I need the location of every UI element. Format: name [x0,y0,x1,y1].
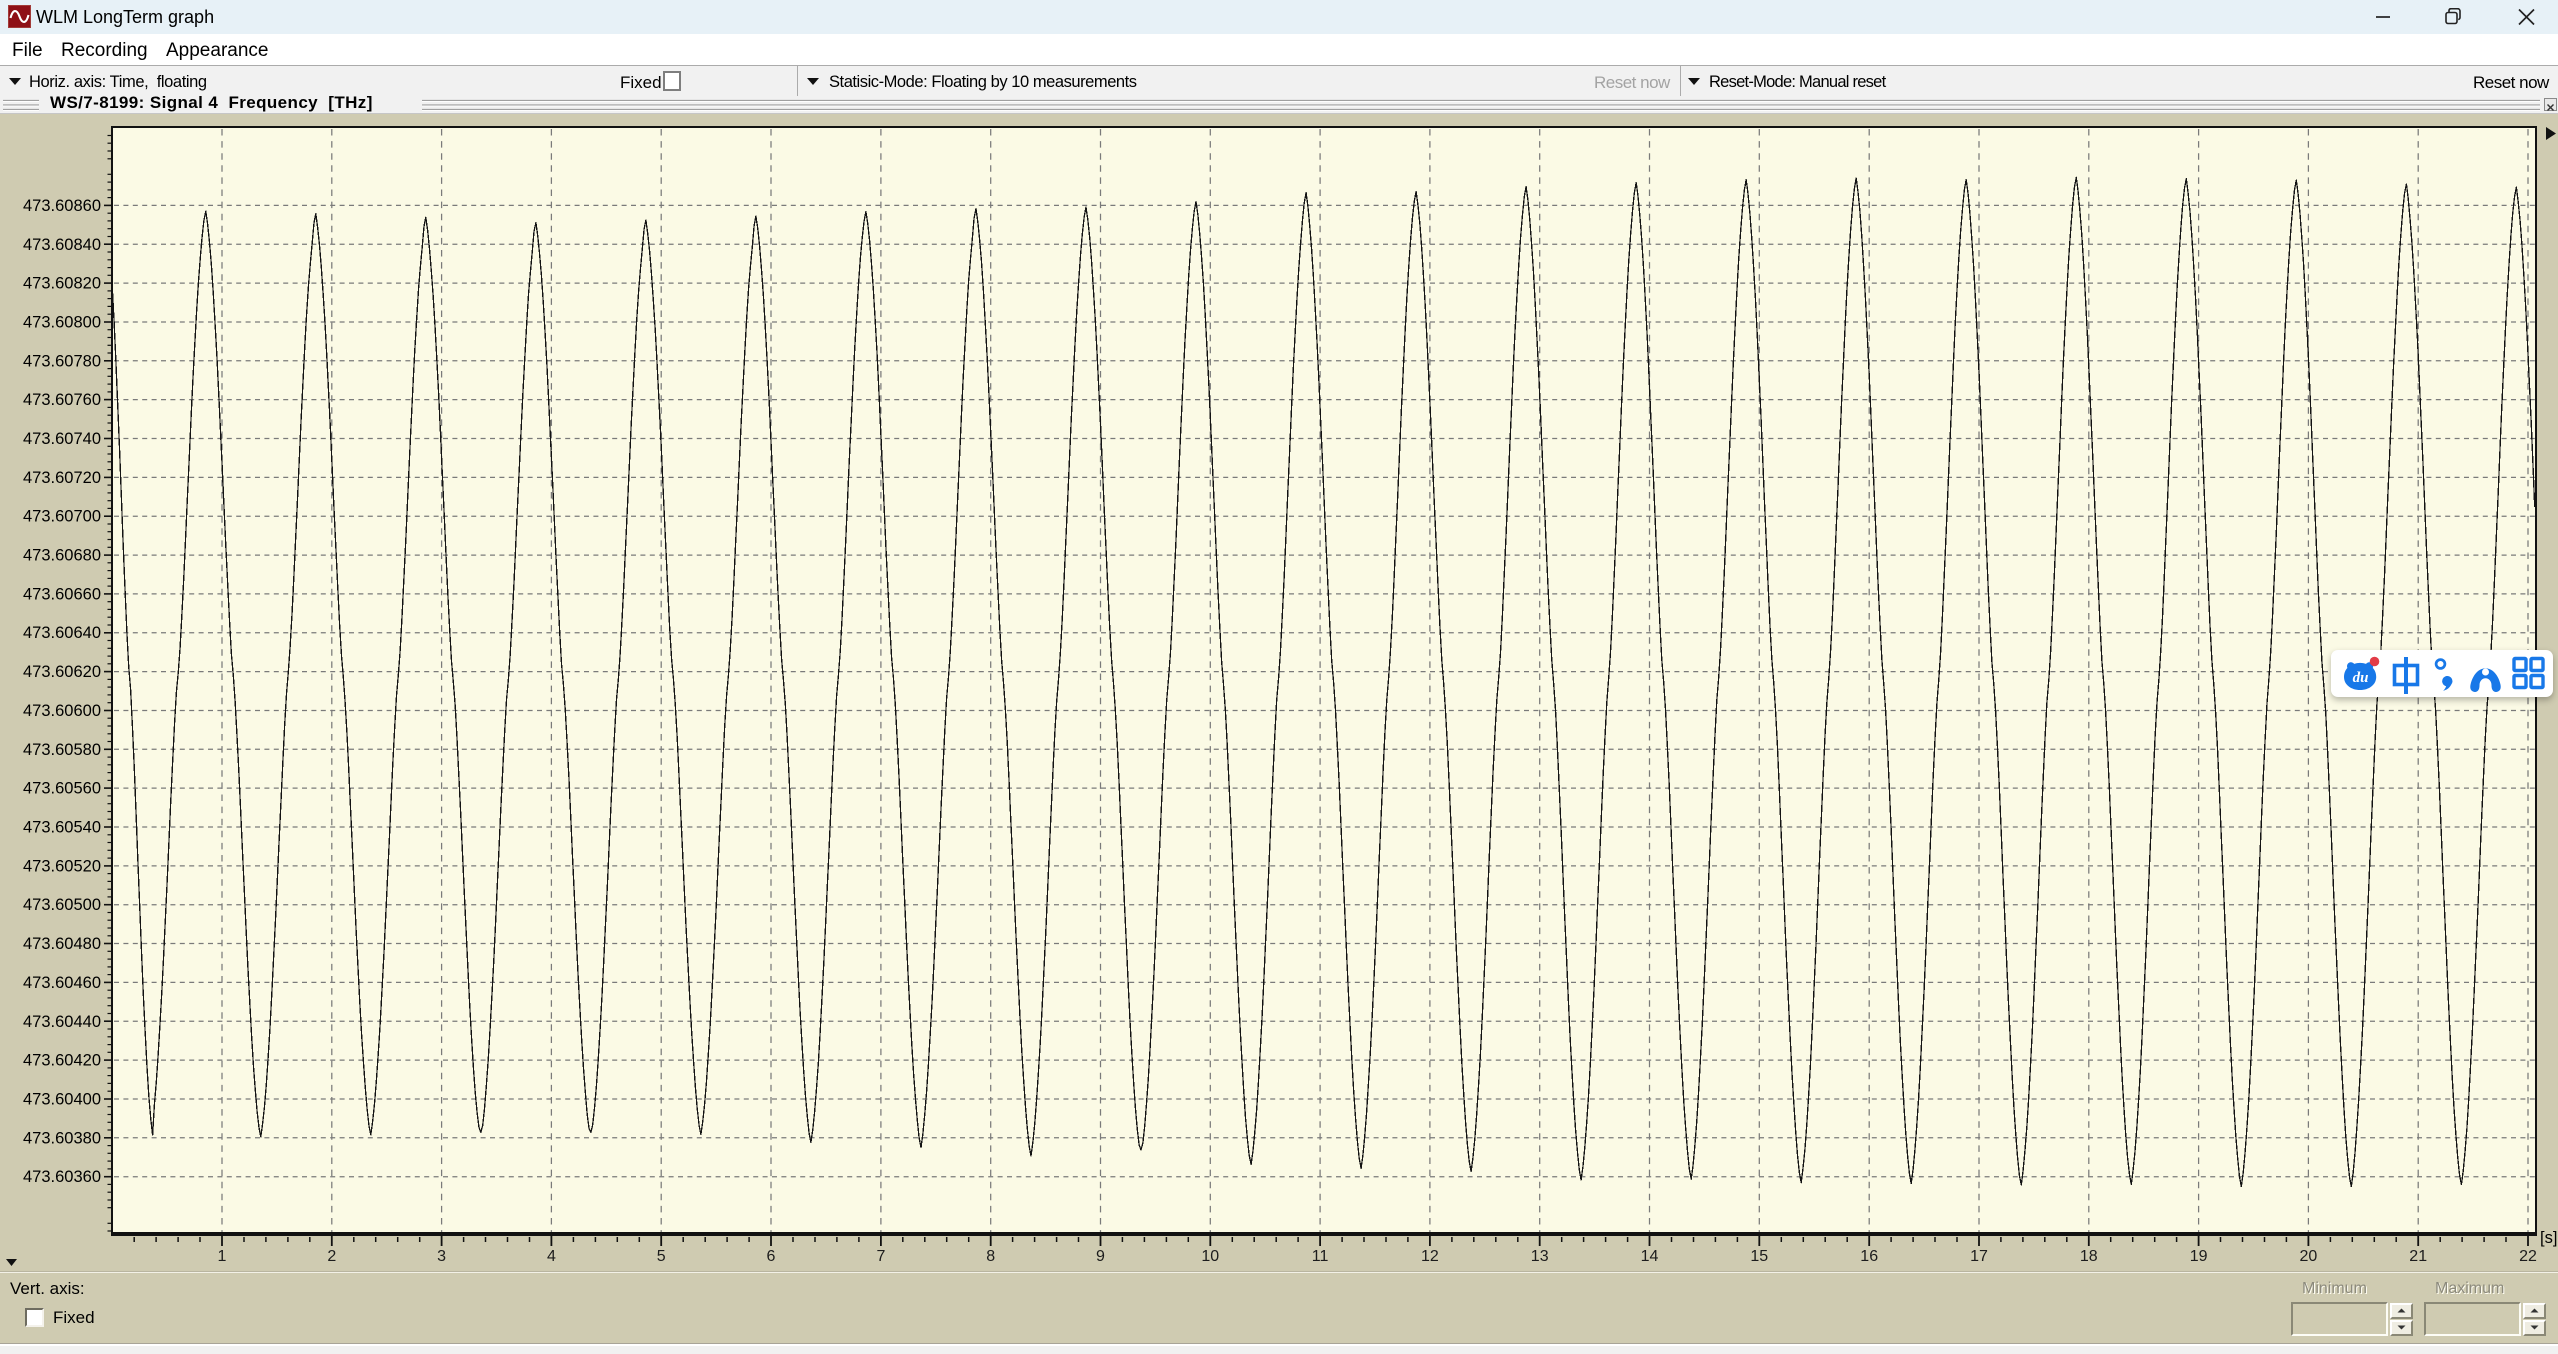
svg-text:473.60780: 473.60780 [23,352,101,370]
svg-text:473.60660: 473.60660 [23,585,101,603]
svg-text:473.60500: 473.60500 [23,896,101,914]
svg-text:11: 11 [1312,1248,1329,1265]
svg-text:473.60380: 473.60380 [23,1129,101,1147]
svg-text:6: 6 [767,1248,776,1265]
svg-text:473.60860: 473.60860 [23,197,101,215]
svg-text:473.60560: 473.60560 [23,780,101,798]
svg-text:13: 13 [1531,1248,1549,1265]
svg-text:15: 15 [1750,1248,1768,1265]
svg-text:du: du [2353,670,2369,686]
svg-text:1: 1 [218,1248,227,1265]
svg-text:473.60640: 473.60640 [23,624,101,642]
svg-text:[s]: [s] [2540,1229,2557,1247]
svg-text:20: 20 [2300,1248,2318,1265]
svg-text:4: 4 [547,1248,556,1265]
svg-text:473.60680: 473.60680 [23,547,101,565]
svg-text:7: 7 [876,1248,885,1265]
svg-text:473.60360: 473.60360 [23,1168,101,1186]
svg-text:5: 5 [657,1248,666,1265]
svg-text:17: 17 [1970,1248,1988,1265]
svg-text:8: 8 [986,1248,995,1265]
svg-text:22: 22 [2519,1248,2537,1265]
svg-text:16: 16 [1860,1248,1878,1265]
svg-text:473.60600: 473.60600 [23,702,101,720]
svg-text:473.60420: 473.60420 [23,1052,101,1070]
svg-text:473.60520: 473.60520 [23,857,101,875]
svg-text:21: 21 [2409,1248,2427,1265]
svg-text:3: 3 [437,1248,446,1265]
svg-text:14: 14 [1641,1248,1659,1265]
svg-text:473.60540: 473.60540 [23,819,101,837]
svg-text:473.60840: 473.60840 [23,236,101,254]
svg-text:473.60820: 473.60820 [23,275,101,293]
svg-text:19: 19 [2190,1248,2208,1265]
svg-text:18: 18 [2080,1248,2098,1265]
svg-text:2: 2 [327,1248,336,1265]
svg-text:473.60440: 473.60440 [23,1013,101,1031]
svg-text:473.60760: 473.60760 [23,391,101,409]
svg-text:473.60800: 473.60800 [23,314,101,332]
svg-text:473.60480: 473.60480 [23,935,101,953]
svg-text:9: 9 [1096,1248,1105,1265]
svg-text:473.60620: 473.60620 [23,663,101,681]
svg-text:473.60400: 473.60400 [23,1091,101,1109]
svg-text:473.60460: 473.60460 [23,974,101,992]
svg-text:473.60740: 473.60740 [23,430,101,448]
svg-text:473.60700: 473.60700 [23,508,101,526]
svg-text:473.60580: 473.60580 [23,741,101,759]
svg-text:10: 10 [1201,1248,1219,1265]
svg-text:12: 12 [1421,1248,1439,1265]
svg-text:473.60720: 473.60720 [23,469,101,487]
